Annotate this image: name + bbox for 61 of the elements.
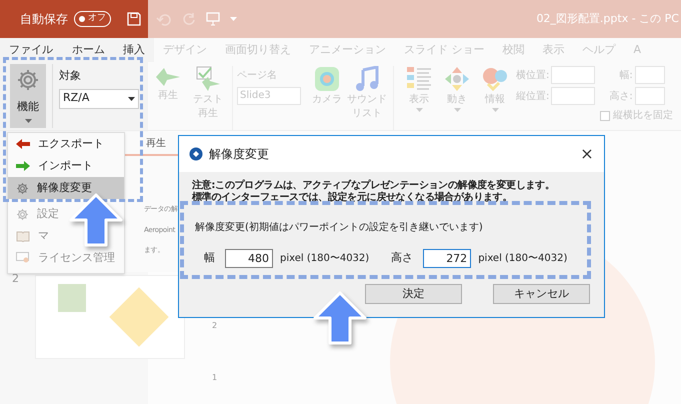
autosave-label: 自動保存: [20, 11, 68, 28]
ribbon-tab[interactable]: 挿入: [114, 38, 154, 62]
field-label: 高さ: [391, 250, 414, 266]
left-arrow-icon: [16, 139, 30, 149]
caret-icon: [24, 118, 32, 122]
input-field[interactable]: [634, 66, 665, 84]
checkbox[interactable]: [600, 110, 610, 120]
caret-icon: [128, 96, 135, 100]
caret-icon: [416, 108, 422, 112]
slide-thumbnail[interactable]: [35, 275, 185, 359]
certificate-icon: [16, 252, 30, 264]
menu-item[interactable]: インポート: [8, 155, 97, 177]
input-field[interactable]: [551, 66, 596, 84]
ribbon-tab[interactable]: ホーム: [63, 38, 114, 62]
app-logo-icon: [189, 147, 203, 161]
redo-icon[interactable]: [182, 12, 196, 26]
document-title: 02_図形配置.pptx - この PC: [536, 10, 680, 27]
target-label: 対象: [59, 68, 82, 84]
caret-icon: [454, 108, 460, 112]
square-shape: [58, 284, 86, 312]
number-field[interactable]: 480: [225, 249, 273, 268]
dialog-button[interactable]: キャンセル: [493, 284, 590, 304]
undo-icon[interactable]: [156, 12, 172, 26]
unit-label: pixel (180〜4032): [478, 252, 568, 266]
caret-icon: [230, 17, 237, 21]
target-select[interactable]: RZ/A: [59, 88, 139, 108]
dialog-button[interactable]: 決定: [365, 284, 462, 304]
pane-tab[interactable]: 再生: [146, 132, 166, 151]
autosave-toggle[interactable]: オフ: [74, 11, 111, 27]
slide-number: 2: [12, 271, 19, 287]
plane-icon: [154, 66, 182, 88]
gear-icon: [16, 68, 40, 92]
menu-item[interactable]: エクスポート: [8, 133, 108, 155]
field-label: 幅: [204, 250, 215, 266]
camera-icon: [314, 66, 340, 92]
function-button[interactable]: 機能: [10, 64, 46, 128]
list-icon: [406, 66, 432, 92]
music-note-icon: [355, 66, 379, 92]
presentation-icon[interactable]: [206, 12, 220, 26]
menu-item[interactable]: 解像度変更: [8, 177, 124, 199]
close-button[interactable]: ×: [570, 139, 604, 169]
input-field[interactable]: [634, 87, 665, 105]
info-bubbles-icon: [482, 66, 508, 92]
right-arrow-icon: [16, 161, 30, 171]
ruler-mark: 2: [212, 320, 218, 332]
gear-icon: [16, 208, 29, 220]
checked-plane-icon: [194, 66, 222, 92]
save-icon[interactable]: [127, 12, 141, 26]
page-name-field[interactable]: Slide3: [237, 87, 301, 105]
gear-icon: [16, 182, 29, 194]
number-field[interactable]: 272: [423, 249, 472, 268]
group-label: 解像度変更(初期値はパワーポイントの設定を引き継いでいます): [194, 220, 484, 235]
input-field[interactable]: [551, 87, 596, 105]
ruler-mark: 1: [212, 372, 218, 384]
unit-label: pixel (180〜4032): [280, 252, 370, 266]
dialog-title: 解像度変更: [209, 146, 269, 163]
book-icon: [16, 230, 30, 242]
notice-text: 注意:このプログラムは、アクティブなプレゼンテーションの解像度を変更します。: [192, 180, 556, 191]
ribbon-tab[interactable]: ファイル: [0, 38, 63, 62]
direction-arrows-icon: [444, 66, 470, 92]
caret-icon: [492, 108, 498, 112]
